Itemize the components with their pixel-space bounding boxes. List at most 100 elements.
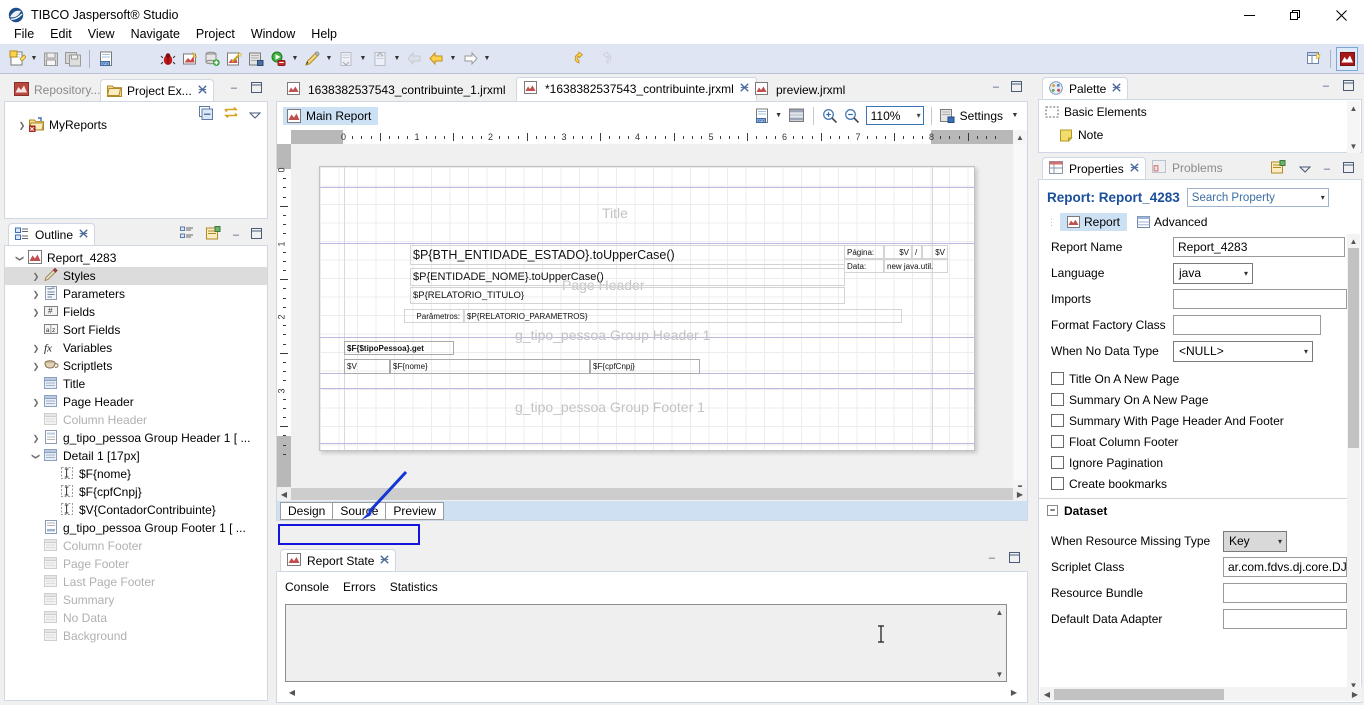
compile-icon[interactable] xyxy=(245,47,267,71)
preview-run-icon[interactable] xyxy=(267,47,289,71)
tab-palette[interactable]: Palette xyxy=(1042,77,1129,99)
canvas-horizontal-scrollbar[interactable]: ◀ ▶ xyxy=(277,487,1027,501)
close-icon[interactable] xyxy=(1130,162,1139,175)
outline-item[interactable]: ❯ # Fields xyxy=(5,303,267,321)
checkbox-create-bookmarks[interactable] xyxy=(1051,477,1064,490)
run-report-icon[interactable] xyxy=(179,47,201,71)
console-scroll-right-icon[interactable]: ▶ xyxy=(1007,685,1021,699)
outline-item[interactable]: ❯ Detail 1 [17px] xyxy=(5,447,267,465)
preview-run-dropdown-arrow[interactable]: ▼ xyxy=(289,47,301,71)
chevron-down-icon[interactable]: ▾ xyxy=(1304,347,1308,356)
wizard-wand-icon[interactable] xyxy=(223,47,245,71)
element-data-label[interactable]: Data: xyxy=(844,259,884,273)
export-icon[interactable] xyxy=(335,47,357,71)
outline-item[interactable]: No Data xyxy=(5,609,267,627)
collapse-dataset-icon[interactable]: − xyxy=(1047,505,1058,516)
element-pagina-total[interactable]: $V xyxy=(922,245,948,259)
close-icon[interactable] xyxy=(197,84,207,97)
menu-edit[interactable]: Edit xyxy=(42,25,80,43)
import-dropdown-arrow[interactable]: ▼ xyxy=(391,47,403,71)
when-resource-missing-select[interactable]: Key ▾ xyxy=(1223,530,1287,552)
properties-scroll-thumb[interactable] xyxy=(1348,248,1359,448)
back-icon[interactable] xyxy=(425,47,447,71)
debug-bug-icon[interactable] xyxy=(157,47,179,71)
source-010-icon[interactable]: 010 xyxy=(95,47,117,71)
chevron-down-icon[interactable]: ▾ xyxy=(1278,537,1282,546)
checkbox-title-new-page[interactable] xyxy=(1051,372,1064,385)
console-output-area[interactable]: ▲ ▼ xyxy=(285,604,1007,682)
report-name-input[interactable]: Report_4283 xyxy=(1173,237,1345,257)
properties-scroll-up-icon[interactable]: ▲ xyxy=(1347,234,1360,248)
element-nome[interactable]: $F{nome} xyxy=(390,359,590,374)
tab-advanced-section[interactable]: Advanced xyxy=(1130,213,1214,231)
element-pagina-label[interactable]: Página: xyxy=(844,245,884,259)
tab-problems[interactable]: Problems xyxy=(1146,157,1229,179)
import-icon[interactable] xyxy=(369,47,391,71)
canvas-vertical-scrollbar[interactable]: ▲ ▼ xyxy=(1013,130,1027,499)
menu-help[interactable]: Help xyxy=(303,25,345,43)
search-property-input[interactable]: Search Property ▾ xyxy=(1186,188,1329,207)
sort-tree-icon[interactable] xyxy=(179,226,194,243)
editor-minimize-button[interactable]: – xyxy=(993,81,999,95)
dataset-dropdown-arrow[interactable]: ▼ xyxy=(773,104,785,128)
palette-section-basic-elements[interactable]: Basic Elements «» xyxy=(1039,100,1361,123)
collapse-all-icon[interactable] xyxy=(199,106,213,123)
default-data-adapter-input[interactable] xyxy=(1223,609,1347,629)
outline-item[interactable]: ❯ Parameters xyxy=(5,285,267,303)
properties-scroll-right-icon[interactable]: ▶ xyxy=(1348,687,1362,701)
editor-tab-2[interactable]: preview.jrxml xyxy=(748,78,852,101)
main-report-button[interactable]: Main Report xyxy=(283,106,379,125)
element-data-value[interactable]: new java.util. xyxy=(884,259,948,273)
element-contador-var[interactable]: $V xyxy=(344,359,390,374)
properties-scroll-left-icon[interactable]: ◀ xyxy=(1040,687,1054,701)
export-dropdown-arrow[interactable]: ▼ xyxy=(357,47,369,71)
pe-maximize-button[interactable] xyxy=(251,82,262,96)
outline-item[interactable]: ❯ Page Header xyxy=(5,393,267,411)
outline-item[interactable]: Title xyxy=(5,375,267,393)
language-select[interactable]: java ▾ xyxy=(1173,262,1253,284)
palette-maximize-button[interactable] xyxy=(1343,80,1354,94)
bands-list-icon[interactable] xyxy=(788,108,805,124)
new-perspective-icon[interactable] xyxy=(1303,47,1325,71)
tab-properties[interactable]: Properties xyxy=(1042,157,1146,179)
view-menu-icon[interactable] xyxy=(248,108,262,122)
outline-item[interactable]: Column Header xyxy=(5,411,267,429)
element-parametros-label[interactable]: Parâmetros: xyxy=(404,309,464,323)
menu-window[interactable]: Window xyxy=(243,25,303,43)
element-entidade-nome[interactable]: $P{ENTIDADE_NOME}.toUpperCase() xyxy=(410,268,845,286)
settings-dropdown-arrow[interactable]: ▼ xyxy=(1009,104,1021,128)
zoom-out-icon[interactable] xyxy=(844,108,860,124)
dataset-section-header[interactable]: − Dataset xyxy=(1039,498,1347,522)
checkbox-ignore-pagination-row[interactable]: Ignore Pagination xyxy=(1039,452,1347,473)
outline-item[interactable]: Last Page Footer xyxy=(5,573,267,591)
console-scroll-up-icon[interactable]: ▲ xyxy=(993,605,1006,619)
console-horizontal-scrollbar[interactable]: ◀ ▶ xyxy=(285,686,1021,698)
hscroll-track[interactable] xyxy=(291,488,1013,500)
element-pagina-sep[interactable]: / xyxy=(912,245,922,259)
outline-item[interactable]: ❯ Report_4283 xyxy=(5,249,267,267)
checkbox-summary-header-footer-row[interactable]: Summary With Page Header And Footer xyxy=(1039,410,1347,431)
report-page[interactable]: Title Page Header g_tipo_pessoa Group He… xyxy=(319,166,975,451)
settings-label[interactable]: Settings xyxy=(960,109,1003,123)
outline-item[interactable]: a z Sort Fields xyxy=(5,321,267,339)
chevron-down-icon[interactable]: ▾ xyxy=(917,111,921,120)
element-relatorio-parametros[interactable]: $P{RELATORIO_PARAMETROS} xyxy=(464,309,902,323)
properties-horizontal-scrollbar[interactable]: ◀ ▶ xyxy=(1040,687,1362,701)
zoom-level-combobox[interactable]: 110% ▾ xyxy=(865,106,924,125)
menu-navigate[interactable]: Navigate xyxy=(123,25,188,43)
outline-item[interactable]: Summary xyxy=(5,591,267,609)
undo-icon[interactable] xyxy=(571,47,593,71)
checkbox-summary-new-page[interactable] xyxy=(1051,393,1064,406)
resource-bundle-input[interactable] xyxy=(1223,583,1347,603)
properties-minimize-button[interactable]: – xyxy=(1324,163,1330,175)
tab-design[interactable]: Design xyxy=(280,501,334,520)
element-cpf-cnpj[interactable]: $F{cpfCnpj} xyxy=(590,359,700,374)
chevron-down-icon[interactable]: ▾ xyxy=(1321,193,1325,202)
checkbox-summary-header-footer[interactable] xyxy=(1051,414,1064,427)
save-all-icon[interactable] xyxy=(62,47,84,71)
outline-item[interactable]: $F{nome} xyxy=(5,465,267,483)
design-canvas[interactable]: Title Page Header g_tipo_pessoa Group He… xyxy=(291,144,1013,499)
new-file-icon[interactable] xyxy=(6,47,28,71)
dataset-010-icon[interactable]: 010 xyxy=(754,108,770,124)
palette-scroll-down-icon[interactable]: ▼ xyxy=(1347,139,1360,153)
